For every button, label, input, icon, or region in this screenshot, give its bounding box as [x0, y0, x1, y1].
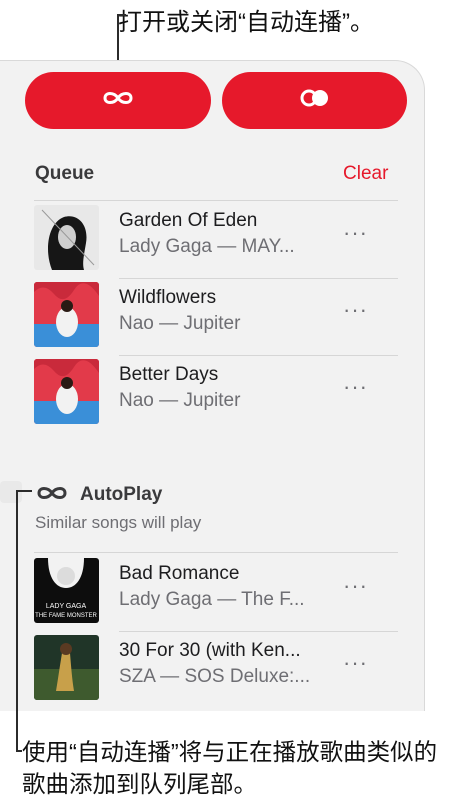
infinity-icon [35, 484, 69, 507]
song-artist: SZA — SOS Deluxe:... [119, 666, 311, 687]
song-artist: Lady Gaga — MAY... [119, 236, 295, 257]
more-options-button[interactable]: ··· [343, 573, 368, 599]
autoplay-item-30-for-30[interactable]: 30 For 30 (with Ken... SZA — SOS Deluxe:… [34, 632, 398, 709]
callout-autoplay-explanation: 使用“自动连播”将与正在播放歌曲类似的歌曲添加到队列尾部。 [22, 739, 438, 797]
more-options-button[interactable]: ··· [343, 650, 368, 676]
svg-text:THE FAME MONSTER: THE FAME MONSTER [35, 613, 97, 619]
song-title: Garden Of Eden [119, 210, 258, 231]
more-options-button[interactable]: ··· [343, 220, 368, 246]
album-art [34, 359, 99, 424]
autoplay-title: AutoPlay [80, 484, 163, 505]
album-art [34, 205, 99, 270]
album-art-text: LADY GAGA [46, 603, 87, 610]
autoplay-divider [34, 552, 398, 553]
album-art [34, 282, 99, 347]
song-title: 30 For 30 (with Ken... [119, 640, 301, 661]
more-options-button[interactable]: ··· [343, 374, 368, 400]
more-options-button[interactable]: ··· [343, 297, 368, 323]
queue-item-wildflowers[interactable]: Wildflowers Nao — Jupiter ··· [34, 279, 398, 356]
song-artist: Nao — Jupiter [119, 390, 241, 411]
callout-line-bottom [16, 490, 18, 752]
queue-item-garden-of-eden[interactable]: Garden Of Eden Lady Gaga — MAY... ··· [34, 202, 398, 279]
autoplay-subtitle: Similar songs will play [35, 513, 202, 532]
song-title: Better Days [119, 364, 219, 385]
queue-title: Queue [35, 163, 95, 184]
autoplay-item-bad-romance[interactable]: LADY GAGA THE FAME MONSTER Bad Romance L… [34, 555, 398, 632]
callout-autoplay-toggle: 打开或关闭“自动连播”。 [118, 9, 374, 36]
callout-line-top-tick [117, 14, 126, 16]
queue-item-better-days[interactable]: Better Days Nao — Jupiter ··· [34, 356, 398, 433]
clear-queue-button[interactable]: Clear [343, 163, 388, 185]
song-artist: Nao — Jupiter [119, 313, 241, 334]
album-art [34, 635, 99, 700]
song-title: Wildflowers [119, 287, 217, 308]
infinity-icon [101, 89, 135, 112]
background-ghost [0, 481, 22, 503]
album-art: LADY GAGA THE FAME MONSTER [34, 558, 99, 623]
callout-line-bottom-tick [16, 490, 32, 492]
song-artist: Lady Gaga — The F... [119, 589, 305, 610]
autoplay-toggle-button[interactable] [25, 72, 211, 129]
song-title: Bad Romance [119, 563, 240, 584]
header-divider [34, 200, 398, 201]
repeat-toggle-button[interactable] [222, 72, 407, 129]
toggle-icon [300, 89, 330, 112]
